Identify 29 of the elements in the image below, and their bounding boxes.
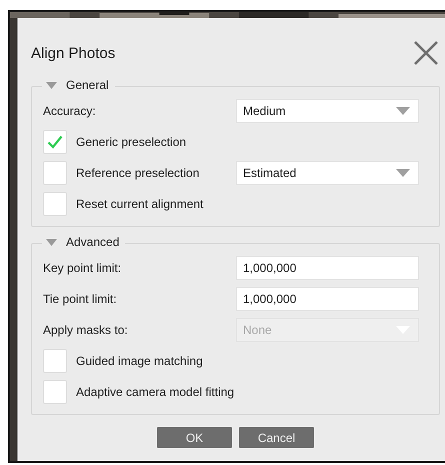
dropdown[interactable]: Medium (236, 99, 419, 123)
checkbox-label: Guided image matching (76, 354, 204, 368)
dialog-button[interactable]: OK (157, 427, 232, 448)
dialog-button[interactable]: Cancel (239, 427, 314, 448)
group-title: General (66, 78, 109, 92)
field-label: Tie point limit: (43, 292, 118, 306)
collapse-triangle-icon[interactable] (46, 238, 57, 246)
collapse-triangle-icon[interactable] (46, 82, 57, 88)
group-title: Advanced (66, 235, 120, 249)
checkbox[interactable] (43, 349, 67, 373)
field-label: Key point limit: (43, 261, 122, 275)
checkbox-label: Generic preselection (76, 135, 188, 149)
close-icon[interactable] (414, 41, 438, 65)
checkbox-label: Adaptive camera model fitting (76, 385, 236, 399)
dropdown-arrow-icon (396, 169, 410, 177)
checkmark-icon (47, 135, 63, 149)
input-field[interactable]: 1,000,000 (236, 256, 419, 280)
field-label: Apply masks to: (43, 323, 129, 337)
checkbox[interactable] (43, 192, 67, 216)
checkbox-label: Reset current alignment (76, 197, 204, 211)
checkbox[interactable] (43, 380, 67, 404)
checkbox[interactable] (43, 161, 67, 185)
field-label: Accuracy: (43, 104, 97, 118)
window-title: Align Photos (31, 44, 116, 62)
checkbox[interactable] (43, 130, 67, 154)
input-field[interactable]: 1,000,000 (236, 287, 419, 311)
checkbox-label: Reference preselection (76, 166, 200, 180)
dropdown-arrow-icon (396, 107, 410, 115)
dropdown[interactable]: Estimated (236, 161, 419, 185)
